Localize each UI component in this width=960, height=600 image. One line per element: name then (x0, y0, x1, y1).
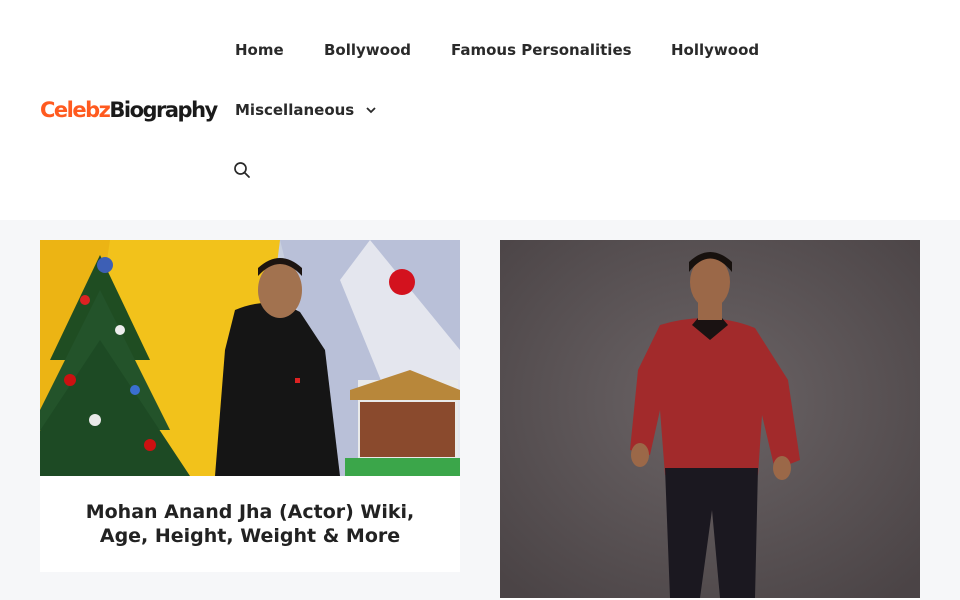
site-header: Celebz Biography Home Bollywood Famous Pe… (0, 0, 960, 220)
search-button[interactable] (232, 160, 252, 180)
nav-item-famous-personalities[interactable]: Famous Personalities (451, 40, 632, 60)
site-logo[interactable]: Celebz Biography (40, 96, 218, 124)
nav-item-miscellaneous[interactable]: Miscellaneous (235, 100, 376, 121)
post-image-red-shirt (500, 240, 920, 598)
search-icon (232, 162, 252, 184)
post-thumbnail[interactable] (40, 240, 460, 476)
post-image-christmas (40, 240, 460, 476)
nav-item-miscellaneous-label: Miscellaneous (235, 101, 355, 119)
logo-part-celebz: Celebz (40, 98, 111, 122)
post-title[interactable]: Mohan Anand Jha (Actor) Wiki, Age, Heigh… (60, 500, 440, 548)
nav-item-hollywood[interactable]: Hollywood (671, 40, 759, 60)
post-card (500, 240, 920, 600)
post-card: Mohan Anand Jha (Actor) Wiki, Age, Heigh… (40, 240, 460, 572)
nav-item-bollywood[interactable]: Bollywood (324, 40, 411, 60)
post-thumbnail[interactable] (500, 240, 920, 598)
logo-part-biography: Biography (109, 98, 218, 122)
chevron-down-icon (366, 99, 376, 119)
nav-item-home[interactable]: Home (235, 40, 284, 60)
